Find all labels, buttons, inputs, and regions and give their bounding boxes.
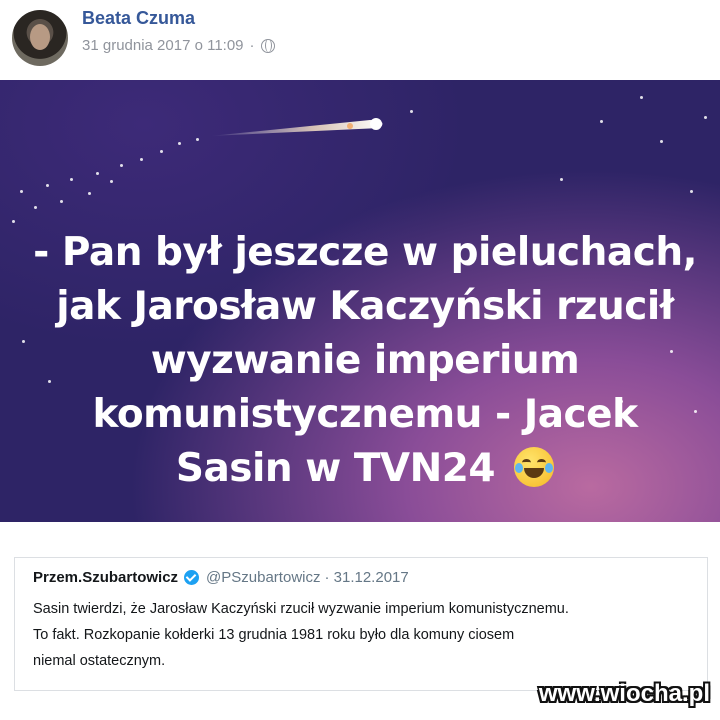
post-meta: 31 grudnia 2017 o 11:09 · <box>82 37 275 54</box>
quote-last-line: Sasin w TVN24 <box>20 442 710 496</box>
avatar[interactable] <box>12 10 68 66</box>
site-watermark: www.wiocha.pl <box>538 680 710 707</box>
tweet-text: Sasin twierdzi, że Jarosław Kaczyński rz… <box>33 596 703 674</box>
post-image[interactable]: - Pan był jeszcze w pieluchach, jak Jaro… <box>0 80 720 522</box>
post-header: Beata Czuma 31 grudnia 2017 o 11:09 · <box>0 0 720 80</box>
embedded-tweet[interactable]: Przem.Szubartowicz @PSzubartowicz · 31.1… <box>14 557 708 691</box>
author-name[interactable]: Beata Czuma <box>82 8 195 29</box>
comet-icon <box>210 118 383 136</box>
tweet-handle[interactable]: @PSzubartowicz <box>206 569 320 586</box>
quote-line: - Pan był jeszcze w pieluchach, <box>33 230 697 275</box>
quote-line: wyzwanie imperium <box>150 338 580 383</box>
quote-line: komunistycznemu - Jacek <box>92 392 638 437</box>
quote-line: Sasin w TVN24 <box>175 446 496 491</box>
quote-line: jak Jarosław Kaczyński rzucił <box>56 284 674 329</box>
globe-icon[interactable] <box>260 38 275 53</box>
tweet-header: Przem.Szubartowicz @PSzubartowicz · 31.1… <box>33 569 409 586</box>
verified-badge-icon <box>184 570 200 585</box>
quote-text: - Pan był jeszcze w pieluchach, jak Jaro… <box>20 226 710 496</box>
tweet-date: · 31.12.2017 <box>324 569 409 586</box>
tweet-line: To fakt. Rozkopanie kołderki 13 grudnia … <box>33 627 515 643</box>
tweet-line: niemal ostatecznym. <box>33 653 166 669</box>
laughing-emoji-icon <box>514 446 555 487</box>
post-timestamp[interactable]: 31 grudnia 2017 o 11:09 <box>82 37 244 54</box>
tweet-line: Sasin twierdzi, że Jarosław Kaczyński rz… <box>33 601 569 617</box>
tweet-author-name[interactable]: Przem.Szubartowicz <box>33 569 178 586</box>
